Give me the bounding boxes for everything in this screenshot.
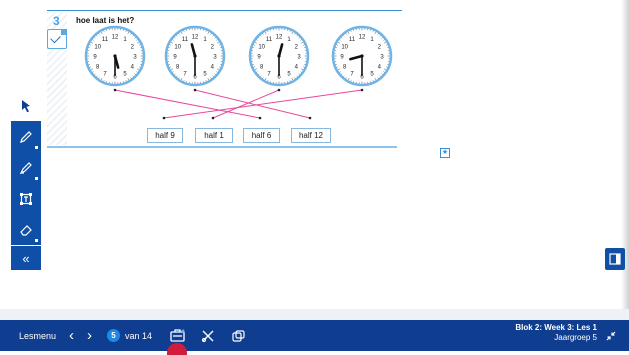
text-box-tool[interactable] bbox=[11, 183, 41, 214]
side-panel-button[interactable] bbox=[605, 248, 625, 270]
lesmenu-button[interactable]: Lesmenu bbox=[19, 320, 56, 351]
answer-box-3[interactable]: half 6 bbox=[243, 128, 280, 143]
eraser-tool[interactable] bbox=[11, 214, 41, 245]
answer-box-1[interactable]: half 9 bbox=[147, 128, 183, 143]
bottom-strip bbox=[0, 309, 629, 320]
match-line bbox=[115, 90, 260, 118]
clock-center bbox=[113, 54, 116, 57]
group-label: Jaargroep 5 bbox=[515, 333, 597, 343]
page-edge-shadow bbox=[621, 0, 629, 351]
collapse-arrows-icon bbox=[606, 331, 616, 341]
answer-dot bbox=[309, 117, 312, 120]
whiteboard-icon bbox=[170, 329, 185, 342]
drawing-toolbar: « bbox=[11, 90, 41, 270]
highlighter-icon bbox=[19, 161, 33, 175]
panel-icon bbox=[609, 253, 621, 265]
previous-page-button[interactable]: ‹ bbox=[69, 320, 74, 351]
clock-dot bbox=[278, 89, 281, 92]
lesson-title: Blok 2: Week 3: Les 1 bbox=[515, 323, 597, 333]
clock-matching-area: 1212345678910111212345678910111212345678… bbox=[47, 8, 402, 148]
exercise-bottom-border bbox=[47, 146, 397, 148]
clock-number: 12 bbox=[112, 34, 119, 40]
next-page-button[interactable]: › bbox=[87, 320, 92, 351]
highlighter-tool[interactable] bbox=[11, 152, 41, 183]
clock-number: 10 bbox=[174, 44, 181, 50]
clock-number: 11 bbox=[266, 37, 273, 43]
clock-number: 10 bbox=[258, 44, 265, 50]
page-indicator: 5 bbox=[107, 320, 120, 351]
text-box-icon bbox=[19, 192, 33, 206]
star-icon[interactable]: ★ bbox=[440, 148, 450, 158]
clock-number: 12 bbox=[359, 34, 366, 40]
match-line bbox=[195, 90, 310, 118]
lesson-info: Blok 2: Week 3: Les 1 Jaargroep 5 bbox=[515, 323, 597, 343]
pencil-icon bbox=[19, 130, 33, 144]
clock-number: 12 bbox=[276, 34, 283, 40]
answer-dot bbox=[212, 117, 215, 120]
current-page-badge[interactable]: 5 bbox=[107, 329, 120, 342]
clock-number: 11 bbox=[182, 37, 189, 43]
tools-icon bbox=[201, 329, 215, 343]
match-line bbox=[164, 90, 362, 118]
clock-number: 10 bbox=[341, 44, 348, 50]
expand-toolbar-button[interactable]: « bbox=[11, 246, 41, 270]
answer-box-4[interactable]: half 12 bbox=[291, 128, 331, 143]
pointer-tool[interactable] bbox=[11, 90, 41, 121]
clock-dot bbox=[361, 89, 364, 92]
pointer-icon bbox=[19, 99, 33, 113]
clock-center bbox=[193, 54, 196, 57]
collapse-button[interactable] bbox=[606, 320, 616, 351]
page-total: van 14 bbox=[125, 320, 152, 351]
answer-dot bbox=[163, 117, 166, 120]
answer-dot bbox=[259, 117, 262, 120]
exercise-card: 3 hoe laat is het? 121234567891011121234… bbox=[47, 8, 402, 148]
clock-number: 11 bbox=[349, 37, 356, 43]
pencil-tool[interactable] bbox=[11, 121, 41, 152]
clock-dot bbox=[194, 89, 197, 92]
eraser-icon bbox=[19, 223, 33, 237]
clock-number: 12 bbox=[192, 34, 199, 40]
clock-number: 10 bbox=[94, 44, 101, 50]
bottom-navigation-bar: Lesmenu ‹ › 5 van 14 Blok 2: Week 3: Les… bbox=[0, 320, 629, 351]
clock-number: 11 bbox=[102, 37, 109, 43]
match-line bbox=[213, 90, 279, 118]
copy-button[interactable] bbox=[232, 320, 245, 351]
clock-center bbox=[277, 54, 280, 57]
answer-box-2[interactable]: half 1 bbox=[195, 128, 233, 143]
copy-icon bbox=[232, 330, 245, 342]
tools-button[interactable] bbox=[201, 320, 215, 351]
clock-center bbox=[360, 54, 363, 57]
clock-dot bbox=[114, 89, 117, 92]
